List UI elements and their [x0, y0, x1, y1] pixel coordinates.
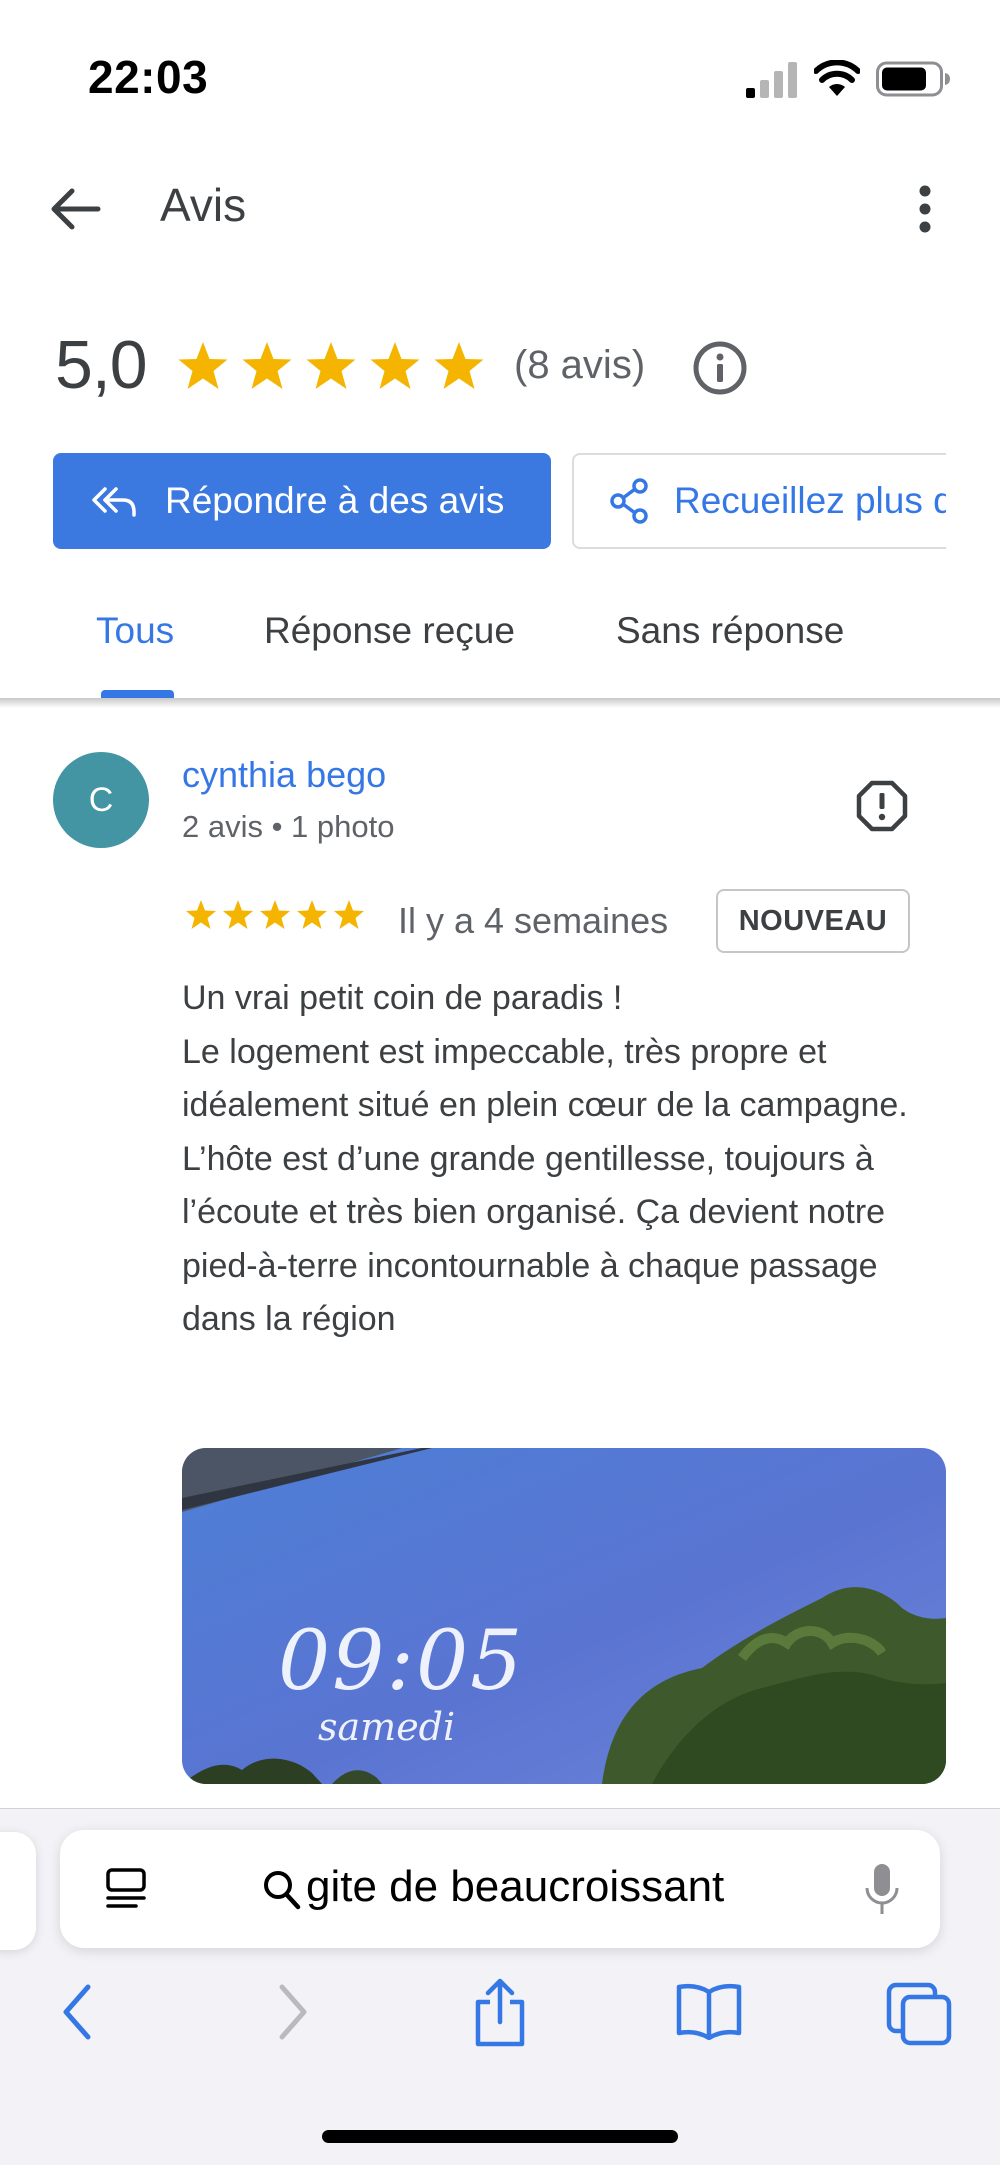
star-icon — [186, 900, 216, 929]
collect-button-label: Recueillez plus d'avis — [674, 480, 946, 521]
tab-response-received[interactable]: Réponse reçue — [264, 610, 515, 652]
reply-to-reviews-button[interactable]: Répondre à des avis — [53, 453, 551, 549]
star-icon — [242, 342, 292, 389]
status-time: 22:03 — [88, 51, 209, 103]
reply-button-label: Répondre à des avis — [165, 480, 505, 521]
photo-time-overlay: 09:05 — [278, 1614, 525, 1709]
review-count: (8 avis) — [514, 343, 646, 387]
browser-tabs-icon[interactable] — [886, 1982, 952, 2046]
battery-icon — [876, 61, 950, 97]
review-text: Un vrai petit coin de paradis ! Le logem… — [182, 979, 908, 1338]
microphone-icon[interactable] — [864, 1862, 900, 1918]
share-icon — [610, 478, 648, 524]
search-icon — [264, 1871, 301, 1910]
collect-reviews-button[interactable]: Recueillez plus d'avis — [572, 453, 946, 549]
reply-all-icon — [92, 487, 136, 517]
reviewer-meta: 2 avis • 1 photo — [182, 809, 395, 844]
review-stars — [186, 900, 364, 929]
wifi-icon — [814, 60, 860, 96]
tabs-divider — [0, 698, 1000, 708]
page-menu-icon[interactable] — [104, 1866, 148, 1914]
star-icon — [178, 342, 228, 389]
rating-stars — [178, 342, 484, 389]
star-icon — [260, 900, 290, 929]
reviewer-name[interactable]: cynthia bego — [182, 754, 386, 796]
info-icon[interactable] — [692, 340, 748, 396]
star-icon — [297, 900, 327, 929]
new-badge: NOUVEAU — [716, 889, 910, 953]
star-icon — [306, 342, 356, 389]
average-rating: 5,0 — [55, 327, 148, 403]
address-text[interactable]: gite de beaucroissant — [306, 1862, 724, 1912]
star-icon — [223, 900, 253, 929]
back-arrow-icon[interactable] — [44, 178, 106, 240]
browser-forward-icon[interactable] — [272, 1982, 312, 2042]
cellular-signal-icon — [746, 62, 797, 98]
more-options-icon[interactable] — [905, 178, 945, 240]
previous-tab-peek[interactable] — [0, 1832, 36, 1950]
browser-back-icon[interactable] — [58, 1982, 98, 2042]
reviewer-avatar[interactable]: C — [53, 752, 149, 848]
tab-all[interactable]: Tous — [96, 610, 174, 652]
star-icon — [370, 342, 420, 389]
browser-share-icon[interactable] — [472, 1978, 528, 2048]
star-icon — [334, 900, 364, 929]
active-tab-indicator — [101, 690, 174, 698]
review-date: Il y a 4 semaines — [398, 900, 669, 941]
page-title: Avis — [160, 179, 247, 231]
tab-unanswered[interactable]: Sans réponse — [616, 610, 844, 652]
photo-day-overlay: samedi — [318, 1705, 456, 1749]
home-indicator[interactable] — [322, 2130, 678, 2143]
star-icon — [434, 342, 484, 389]
browser-bookmarks-icon[interactable] — [676, 1982, 742, 2040]
report-icon[interactable] — [856, 780, 908, 832]
